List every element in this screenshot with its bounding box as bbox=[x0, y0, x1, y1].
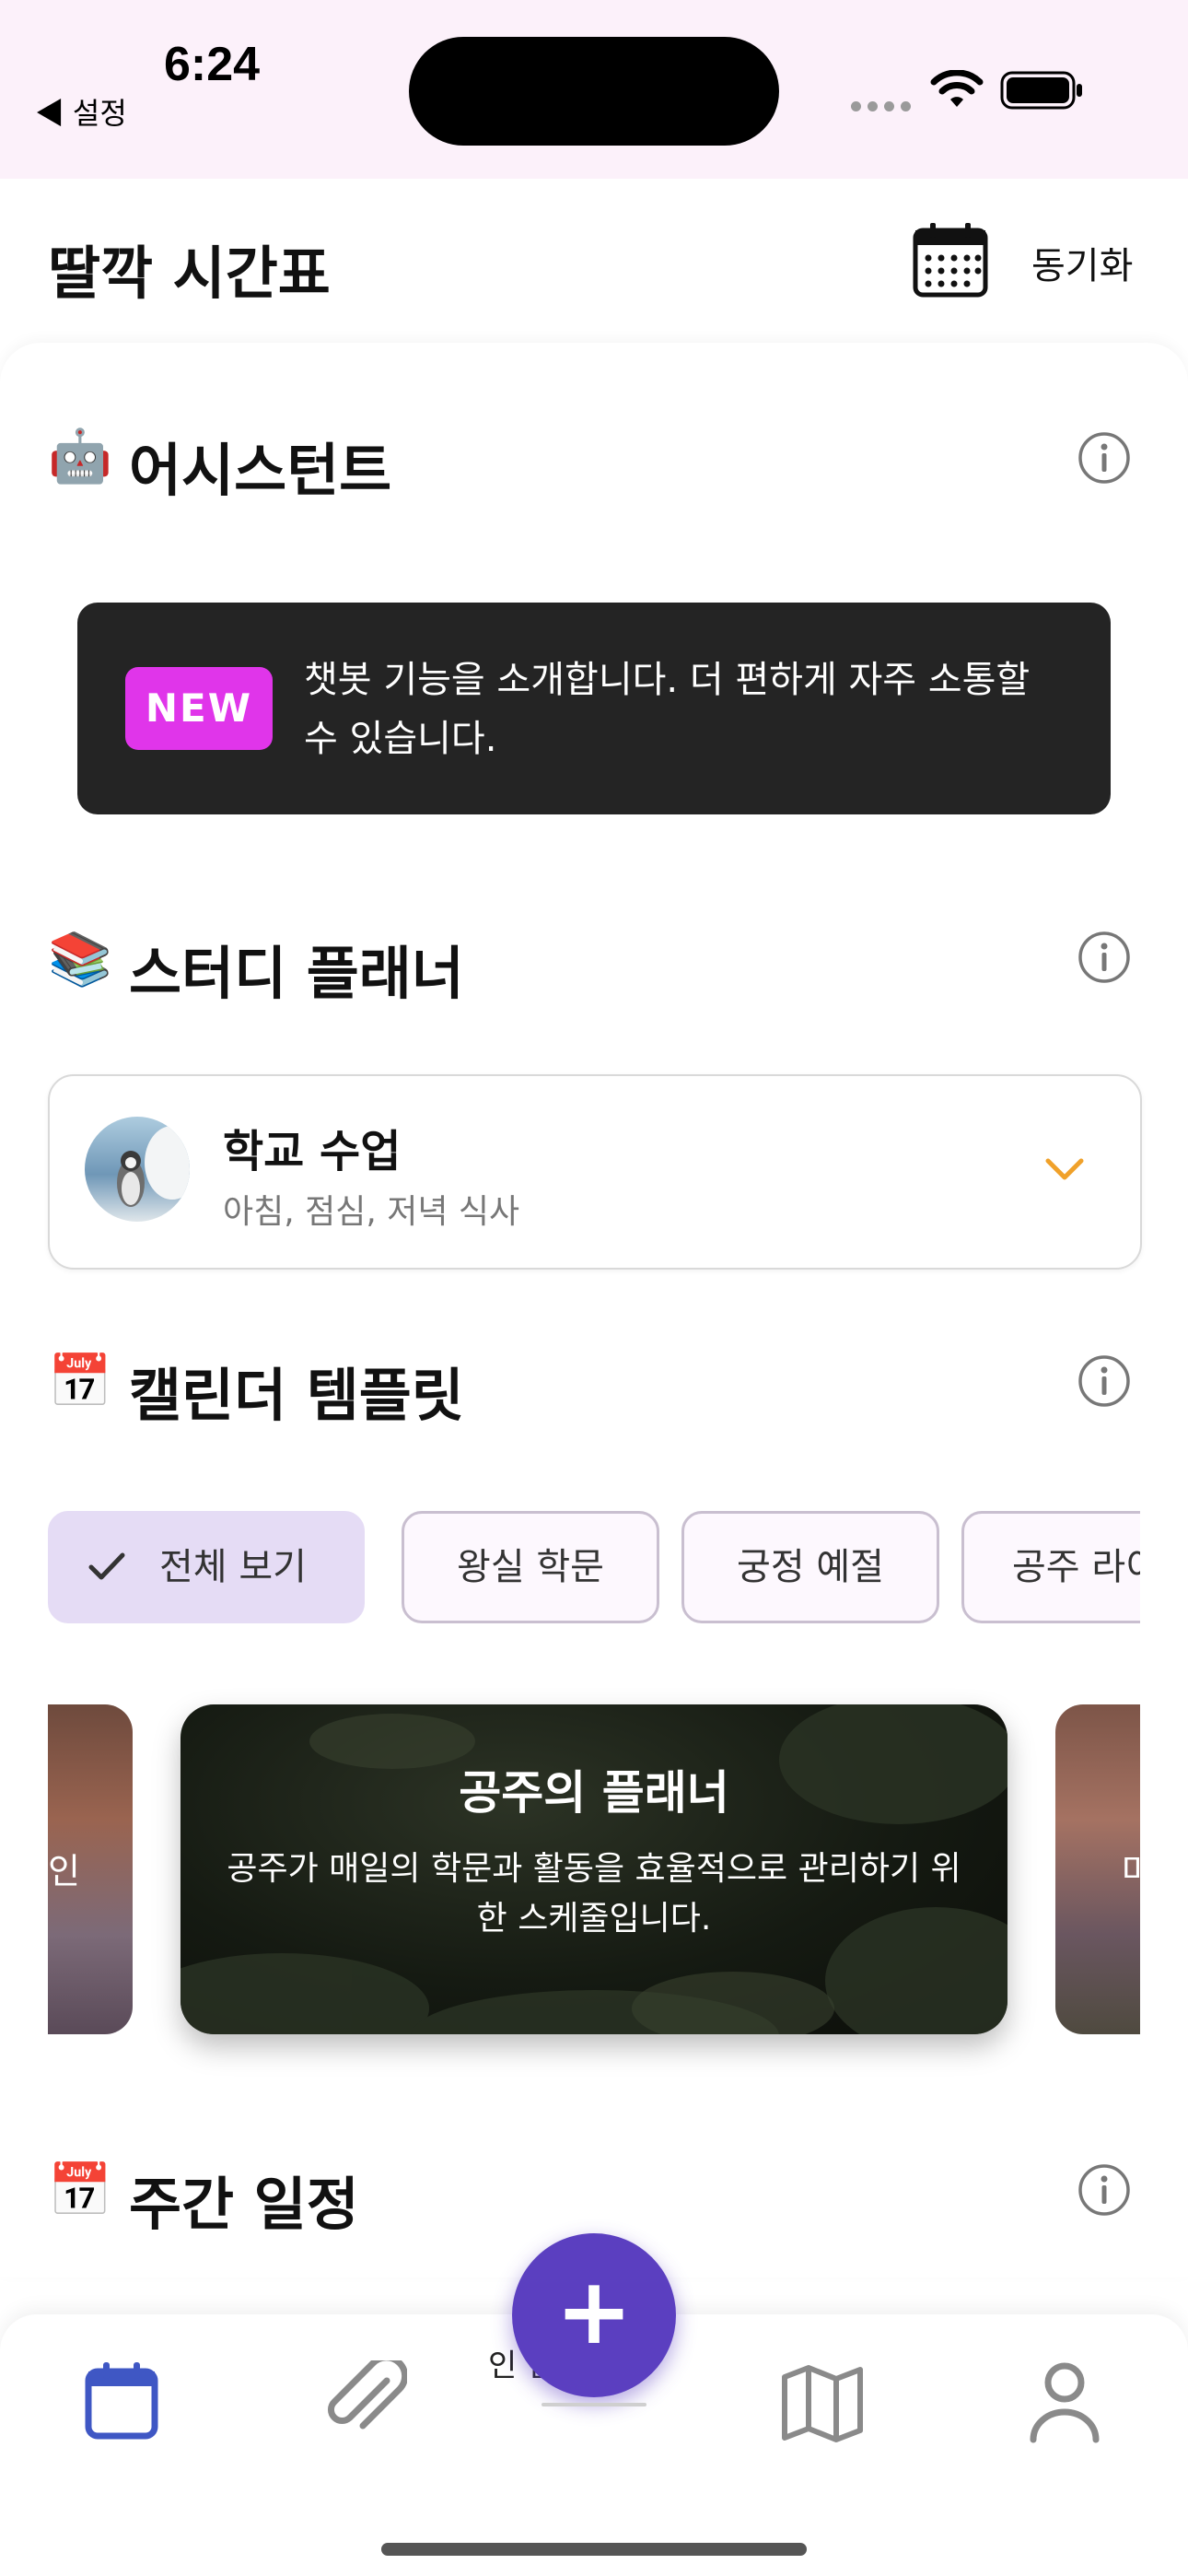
plus-icon: + bbox=[555, 2257, 633, 2365]
sync-button[interactable]: 동기화 bbox=[1031, 236, 1133, 289]
calendar-icon[interactable] bbox=[910, 219, 991, 300]
filter-chip-label: 전체 보기 bbox=[159, 1546, 307, 1588]
filter-chip-row: 전체 보기 왕실 학문 궁정 예절 공주 라이 bbox=[48, 1511, 1140, 1627]
penguin-avatar bbox=[85, 1117, 190, 1222]
planner-subtitle: 아침, 점심, 저녁 식사 bbox=[223, 1193, 520, 1231]
section-title-weekly-schedule: 주간 일정 bbox=[129, 2171, 359, 2238]
info-icon[interactable] bbox=[1077, 2163, 1131, 2217]
calendar-emoji-icon: 📅 bbox=[48, 1352, 112, 1411]
template-card-partial-right-text: 마 bbox=[1122, 1851, 1154, 1891]
filter-chip-all[interactable]: 전체 보기 bbox=[48, 1511, 365, 1623]
status-time: 6:24 bbox=[164, 38, 261, 91]
check-icon bbox=[88, 1552, 125, 1580]
template-card-partial-left-text: 인 bbox=[48, 1851, 80, 1891]
section-title-calendar-template: 캘린더 템플릿 bbox=[129, 1362, 464, 1429]
chevron-down-icon[interactable] bbox=[1044, 1157, 1085, 1183]
planner-selector[interactable] bbox=[48, 1074, 1142, 1270]
battery-icon bbox=[1000, 71, 1082, 110]
page-title: 딸깍 시간표 bbox=[48, 240, 331, 307]
section-title-assistant: 어시스턴트 bbox=[129, 437, 392, 504]
robot-icon: 🤖 bbox=[48, 427, 112, 486]
filter-chip-court-etiquette[interactable]: 궁정 예절 bbox=[681, 1511, 939, 1623]
paperclip-icon[interactable] bbox=[322, 2360, 407, 2443]
info-icon[interactable] bbox=[1077, 931, 1131, 984]
calendar-emoji-icon: 📅 bbox=[48, 2160, 112, 2220]
books-icon: 📚 bbox=[48, 930, 112, 989]
cellular-signal-icon bbox=[851, 98, 917, 115]
profile-icon[interactable] bbox=[1028, 2359, 1101, 2443]
filter-chip-label: 궁정 예절 bbox=[737, 1546, 884, 1588]
banner-text: 챗봇 기능을 소개합니다. 더 편하게 자주 소통할 수 있습니다. bbox=[304, 659, 1031, 760]
planner-title: 학교 수업 bbox=[223, 1126, 402, 1177]
home-indicator bbox=[381, 2543, 807, 2556]
template-card-description: 공주가 매일의 학문과 활동을 효율적으로 관리하기 위한 스케줄입니다. bbox=[227, 1850, 961, 1938]
filter-chip-princess-life[interactable]: 공주 라이 bbox=[961, 1511, 1140, 1623]
new-badge: NEW bbox=[125, 667, 273, 750]
info-icon[interactable] bbox=[1077, 431, 1131, 485]
section-title-study-planner: 스터디 플래너 bbox=[129, 940, 464, 1007]
filter-chip-royal-studies[interactable]: 왕실 학문 bbox=[402, 1511, 659, 1623]
wifi-icon bbox=[930, 70, 984, 107]
info-icon[interactable] bbox=[1077, 1354, 1131, 1408]
template-card-title: 공주의 플래너 bbox=[459, 1766, 729, 1820]
map-icon[interactable] bbox=[779, 2362, 866, 2445]
filter-chip-label: 공주 라이 bbox=[1012, 1546, 1140, 1588]
dynamic-island bbox=[409, 37, 779, 146]
filter-chip-label: 왕실 학문 bbox=[457, 1546, 604, 1588]
back-to-settings-link[interactable]: ◀ 설정 bbox=[35, 90, 127, 133]
calendar-tab-icon[interactable] bbox=[81, 2359, 162, 2441]
fab-underline bbox=[542, 2403, 646, 2406]
